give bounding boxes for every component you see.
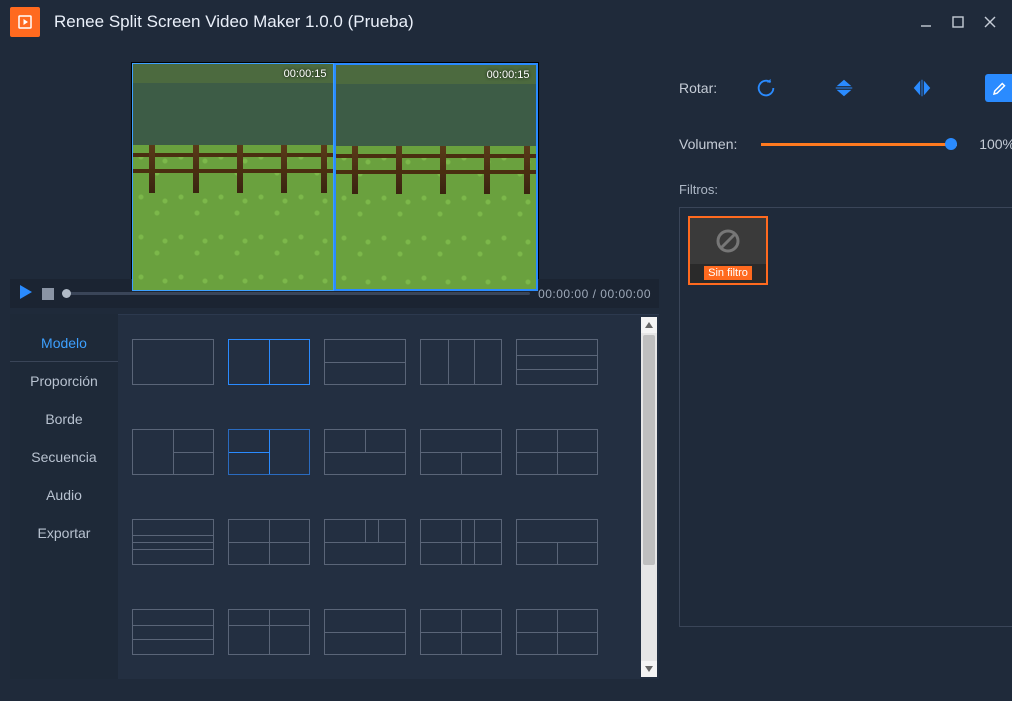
template-2x1[interactable] — [324, 339, 406, 385]
timecode: 00:00:00 / 00:00:00 — [538, 287, 651, 301]
close-button[interactable] — [978, 10, 1002, 34]
scroll-down-button[interactable] — [641, 661, 657, 677]
template-l-left2[interactable] — [228, 429, 310, 475]
seek-slider[interactable] — [62, 292, 530, 295]
preview-pane-right[interactable]: 00:00:15 — [334, 63, 538, 291]
volume-value: 100% — [967, 136, 1012, 152]
tab-borde[interactable]: Borde — [10, 400, 118, 438]
timestamp-right: 00:00:15 — [487, 69, 530, 81]
title-bar: Renee Split Screen Video Maker 1.0.0 (Pr… — [0, 0, 1012, 44]
template-4x1[interactable] — [132, 519, 214, 565]
maximize-button[interactable] — [946, 10, 970, 34]
template-more-1[interactable] — [132, 609, 214, 655]
tab-modelo[interactable]: Modelo — [10, 324, 118, 362]
preview-area: 00:00:15 00:00:15 — [10, 44, 659, 279]
volume-knob[interactable] — [945, 138, 957, 150]
template-3-top2[interactable] — [324, 519, 406, 565]
template-scrollbar[interactable] — [641, 317, 657, 677]
template-grid-mixed[interactable] — [420, 519, 502, 565]
template-more-4[interactable] — [420, 609, 502, 655]
volume-slider[interactable] — [761, 143, 957, 146]
side-tabs: Modelo Proporción Borde Secuencia Audio … — [10, 314, 118, 679]
model-template-pane — [118, 314, 659, 679]
split-screen-preview[interactable]: 00:00:15 00:00:15 — [131, 62, 539, 292]
tab-exportar[interactable]: Exportar — [10, 514, 118, 552]
rotate-cw-button[interactable] — [751, 74, 781, 102]
template-more-2[interactable] — [228, 609, 310, 655]
filter-none[interactable]: Sin filtro — [688, 216, 768, 285]
template-3x1[interactable] — [516, 339, 598, 385]
stop-button[interactable] — [42, 288, 54, 300]
edit-button[interactable] — [985, 74, 1012, 102]
template-more-3[interactable] — [324, 609, 406, 655]
template-l-right2[interactable] — [132, 429, 214, 475]
template-1x3[interactable] — [420, 339, 502, 385]
tab-audio[interactable]: Audio — [10, 476, 118, 514]
template-more-5[interactable] — [516, 609, 598, 655]
template-1x2[interactable] — [228, 339, 310, 385]
play-button[interactable] — [18, 284, 34, 303]
seek-knob[interactable] — [62, 289, 71, 298]
preview-pane-left[interactable]: 00:00:15 — [132, 63, 334, 291]
minimize-button[interactable] — [914, 10, 938, 34]
tab-proporcion[interactable]: Proporción — [10, 362, 118, 400]
scroll-up-button[interactable] — [641, 317, 657, 333]
right-panel: Rotar: Volumen: 100% — [659, 44, 1012, 679]
app-logo-icon — [10, 7, 40, 37]
flip-horizontal-button[interactable] — [907, 74, 937, 102]
filters-label: Filtros: — [679, 182, 1012, 197]
flip-vertical-button[interactable] — [829, 74, 859, 102]
filter-none-label: Sin filtro — [704, 266, 752, 280]
template-2x1-split-left[interactable] — [228, 519, 310, 565]
filters-list: Sin filtro — [679, 207, 1012, 627]
volume-label: Volumen: — [679, 136, 751, 152]
template-2x2[interactable] — [516, 429, 598, 475]
rotate-label: Rotar: — [679, 80, 751, 96]
tab-secuencia[interactable]: Secuencia — [10, 438, 118, 476]
template-t-bottom2[interactable] — [420, 429, 502, 475]
app-title: Renee Split Screen Video Maker 1.0.0 (Pr… — [54, 12, 414, 32]
template-t-top2[interactable] — [324, 429, 406, 475]
timestamp-left: 00:00:15 — [284, 68, 327, 80]
template-1x1[interactable] — [132, 339, 214, 385]
template-2x1-over-1[interactable] — [516, 519, 598, 565]
no-filter-icon — [690, 218, 766, 264]
scroll-thumb[interactable] — [643, 335, 655, 565]
